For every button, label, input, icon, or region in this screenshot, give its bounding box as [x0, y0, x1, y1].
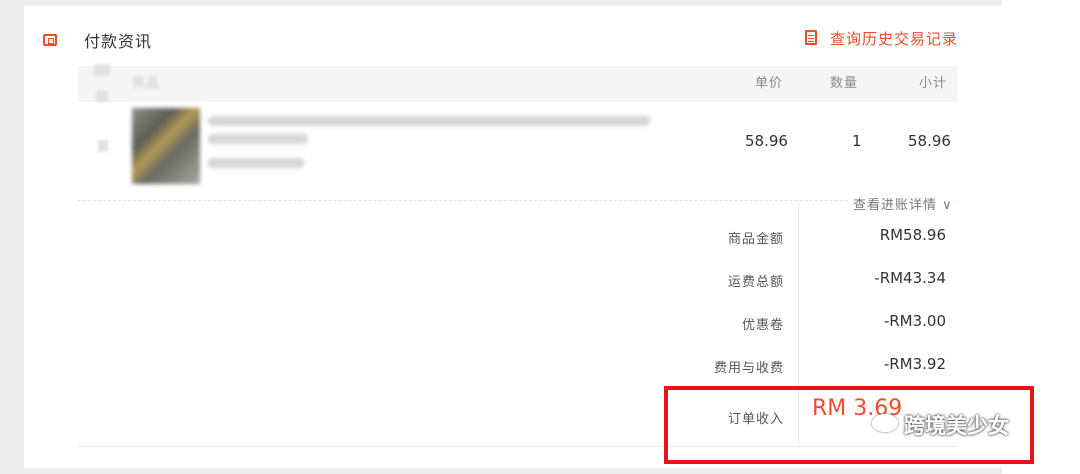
- wechat-icon: [872, 414, 898, 432]
- section-title: 付款资讯: [84, 32, 153, 51]
- view-income-details-link[interactable]: 查看进账详情 ∨: [849, 194, 957, 213]
- watermark: 跨境美少女: [904, 414, 1009, 438]
- header-quantity: 数量: [830, 76, 859, 91]
- table-header: [78, 66, 958, 102]
- product-thumbnail[interactable]: [132, 108, 200, 184]
- chevron-down-icon: ∨: [942, 198, 953, 213]
- product-variant-blurred: [208, 158, 304, 168]
- summary-value-voucher: -RM3.00: [883, 312, 946, 330]
- summary-label-fees: 费用与收费: [713, 361, 784, 376]
- summary-label-shipping: 运费总额: [727, 275, 784, 290]
- row-unit-price: 58.96: [745, 132, 788, 150]
- summary-value-shipping: -RM43.34: [874, 269, 946, 287]
- summary-label-voucher: 优惠卷: [741, 318, 784, 333]
- row-quantity: 1: [852, 132, 862, 150]
- document-list-icon[interactable]: [805, 30, 817, 45]
- summary-label-product-amount: 商品金额: [727, 232, 784, 247]
- product-name-blurred: [208, 134, 308, 144]
- divider: [78, 200, 958, 201]
- header-product: 商品: [132, 76, 161, 91]
- summary-value-fees: -RM3.92: [883, 355, 946, 373]
- transaction-history-link[interactable]: 查询历史交易记录: [830, 28, 958, 49]
- detail-link-label: 查看进账详情: [853, 198, 938, 213]
- row-subtotal: 58.96: [908, 132, 951, 150]
- header-subtotal: 小计: [919, 76, 948, 91]
- payment-card-icon: [43, 34, 57, 46]
- summary-value-product-amount: RM58.96: [879, 226, 946, 244]
- blurred-column-label: [96, 90, 108, 102]
- blurred-row-number: [98, 140, 108, 152]
- blurred-column-label: [94, 64, 110, 76]
- product-name-blurred[interactable]: [208, 116, 650, 126]
- header-unit-price: 单价: [755, 76, 784, 91]
